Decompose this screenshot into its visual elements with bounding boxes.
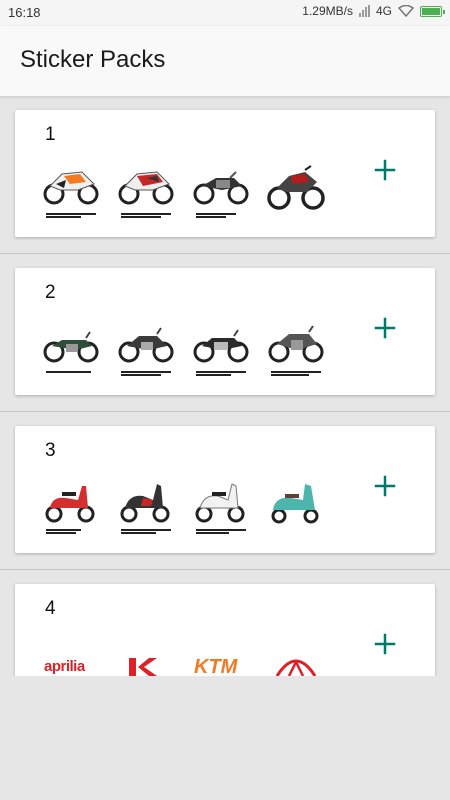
kawasaki-logo bbox=[117, 636, 175, 676]
sticker-pack-card[interactable]: 3 bbox=[15, 426, 435, 553]
wifi-icon bbox=[398, 5, 414, 17]
sticker-previews bbox=[42, 320, 325, 378]
pack-name: 4 bbox=[45, 598, 56, 619]
scooter-sticker bbox=[42, 478, 100, 536]
sticker-pack-list[interactable]: 1 2 3 4 aprilia KTM bbox=[0, 96, 450, 676]
plus-icon[interactable] bbox=[373, 632, 397, 656]
sticker-previews bbox=[42, 162, 325, 220]
net-speed: 1.29MB/s bbox=[302, 4, 353, 18]
cruiser-bike-sticker bbox=[192, 320, 250, 378]
sticker-pack-row[interactable]: 4 aprilia KTM bbox=[0, 570, 450, 676]
scooter-sticker bbox=[192, 478, 250, 536]
plus-icon[interactable] bbox=[373, 316, 397, 340]
mahindra-logo bbox=[267, 636, 325, 676]
scooter-sticker bbox=[267, 478, 325, 536]
scooter-sticker bbox=[117, 478, 175, 536]
ktm-logo: KTM bbox=[192, 636, 250, 676]
pack-name: 2 bbox=[45, 282, 56, 303]
aprilia-logo: aprilia bbox=[42, 636, 100, 676]
sticker-pack-row[interactable]: 2 bbox=[0, 254, 450, 412]
sport-bike-sticker bbox=[42, 162, 100, 220]
signal-icon bbox=[358, 5, 370, 17]
plus-icon[interactable] bbox=[373, 158, 397, 182]
status-time: 16:18 bbox=[8, 5, 41, 20]
status-bar: 16:18 1.29MB/s 4G bbox=[0, 0, 450, 26]
cruiser-bike-sticker bbox=[42, 320, 100, 378]
pack-name: 1 bbox=[45, 124, 56, 145]
street-bike-sticker bbox=[267, 162, 325, 220]
sticker-pack-card[interactable]: 4 aprilia KTM bbox=[15, 584, 435, 676]
battery-icon bbox=[420, 5, 445, 17]
cruiser-bike-sticker bbox=[267, 320, 325, 378]
pack-name: 3 bbox=[45, 440, 56, 461]
ktm-wordmark: KTM bbox=[194, 656, 238, 676]
page-title: Sticker Packs bbox=[20, 46, 166, 73]
sticker-pack-row[interactable]: 1 bbox=[0, 96, 450, 254]
plus-icon[interactable] bbox=[373, 474, 397, 498]
sticker-pack-row[interactable]: 3 bbox=[0, 412, 450, 570]
app-bar: Sticker Packs bbox=[0, 26, 450, 96]
status-icons: 1.29MB/s 4G bbox=[302, 4, 445, 18]
network-type: 4G bbox=[375, 4, 392, 18]
cruiser-bike-sticker bbox=[117, 320, 175, 378]
sticker-previews: aprilia KTM bbox=[42, 636, 325, 676]
sport-bike-sticker bbox=[117, 162, 175, 220]
naked-bike-sticker bbox=[192, 162, 250, 220]
sticker-pack-card[interactable]: 1 bbox=[15, 110, 435, 237]
aprilia-wordmark: aprilia bbox=[44, 658, 85, 675]
sticker-pack-card[interactable]: 2 bbox=[15, 268, 435, 395]
sticker-previews bbox=[42, 478, 325, 536]
